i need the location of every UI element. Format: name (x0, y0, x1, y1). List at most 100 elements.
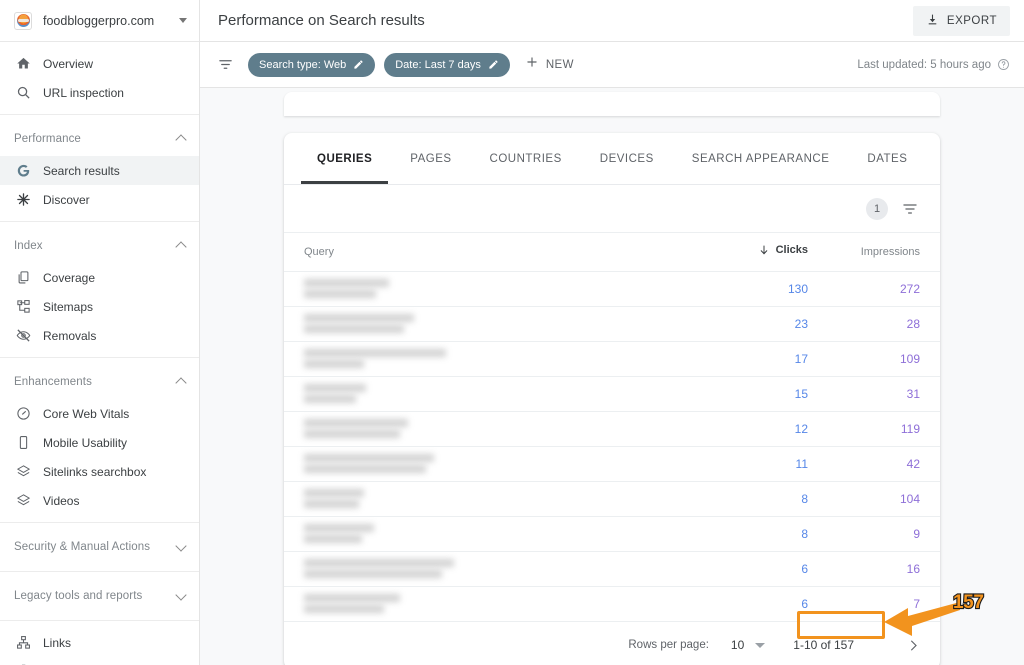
rows-per-page-value[interactable]: 10 (731, 638, 744, 652)
arrow-down-icon (758, 244, 770, 256)
column-header-query[interactable]: Query (284, 233, 716, 272)
chevron-down-icon[interactable] (177, 591, 187, 601)
table-row[interactable]: 17 109 (284, 341, 940, 377)
column-header-impressions[interactable]: Impressions (828, 233, 940, 272)
table-head: Query Clicks Impressions (284, 233, 940, 272)
table-row[interactable]: 15 31 (284, 376, 940, 412)
pencil-icon[interactable] (353, 59, 364, 70)
chevron-up-icon[interactable] (177, 377, 187, 387)
download-icon (926, 13, 939, 29)
table-row[interactable]: 6 16 (284, 551, 940, 587)
sidebar-item-links[interactable]: Links (0, 628, 199, 657)
site-name: foodbloggerpro.com (43, 13, 155, 28)
sidebar-item-label: Sitelinks searchbox (43, 464, 147, 479)
tab-countries[interactable]: COUNTRIES (471, 133, 581, 184)
cell-impressions: 42 (828, 446, 940, 482)
tab-dates[interactable]: DATES (848, 133, 926, 184)
column-header-clicks[interactable]: Clicks (716, 233, 828, 272)
chevron-down-icon[interactable] (179, 18, 187, 23)
tab-pages[interactable]: PAGES (391, 133, 470, 184)
sidebar-item-removals[interactable]: Removals (0, 321, 199, 350)
next-page-button[interactable] (902, 634, 924, 656)
table-row[interactable]: 23 28 (284, 306, 940, 342)
tab-label: SEARCH APPEARANCE (691, 152, 830, 165)
chevron-up-icon[interactable] (177, 134, 187, 144)
site-selector[interactable]: foodbloggerpro.com (0, 0, 199, 42)
sidebar-section-label: Enhancements (14, 376, 92, 388)
last-updated-text: Last updated: 5 hours ago (857, 58, 991, 71)
nav-group-enhancements: Enhancements Core Web Vitals Mobile Usab… (0, 358, 199, 523)
export-button[interactable]: EXPORT (912, 5, 1010, 36)
sidebar-item-overview[interactable]: Overview (0, 49, 199, 78)
filter-list-icon[interactable] (902, 201, 918, 217)
cell-query-redacted (284, 411, 716, 447)
sidebar-item-label: Coverage (43, 270, 96, 285)
cell-impressions: 16 (828, 551, 940, 587)
sidebar-item-discover[interactable]: Discover (0, 185, 199, 214)
sidebar-item-sitelinks-searchbox[interactable]: Sitelinks searchbox (0, 457, 199, 486)
table-row[interactable]: 11 42 (284, 446, 940, 482)
cell-query-redacted (284, 376, 716, 412)
sidebar-item-search-results[interactable]: Search results (0, 156, 199, 185)
table-row[interactable]: 8 104 (284, 481, 940, 517)
sidebar-item-label: Mobile Usability (43, 435, 128, 450)
google-g-icon (14, 162, 32, 180)
eye-off-icon (14, 327, 32, 345)
cell-impressions: 109 (828, 341, 940, 377)
search-console-app: foodbloggerpro.com Overview URL inspecti… (0, 0, 1024, 665)
sitemap-icon (14, 298, 32, 316)
sidebar-section-enhancements[interactable]: Enhancements (0, 365, 199, 399)
filter-bar: Search type: Web Date: Last 7 days NEW L… (200, 42, 1024, 88)
sidebar: foodbloggerpro.com Overview URL inspecti… (0, 0, 200, 665)
cell-impressions: 31 (828, 376, 940, 412)
cell-clicks: 12 (716, 411, 828, 447)
cell-query-redacted (284, 516, 716, 552)
cell-clicks: 8 (716, 481, 828, 517)
new-filter-button[interactable]: NEW (525, 55, 574, 74)
table-row[interactable]: 67 (284, 586, 940, 622)
pencil-icon[interactable] (488, 59, 499, 70)
tab-search-appearance[interactable]: SEARCH APPEARANCE (673, 133, 849, 184)
table-row[interactable]: 12 119 (284, 411, 940, 447)
sidebar-section-index[interactable]: Index (0, 229, 199, 263)
cell-query-redacted (284, 446, 716, 482)
chevron-up-icon[interactable] (177, 241, 187, 251)
queries-table: Query Clicks Impressions 130 272 23 28 1… (284, 233, 940, 622)
home-icon (14, 55, 32, 73)
sidebar-section-legacy[interactable]: Legacy tools and reports (0, 579, 199, 613)
sidebar-item-core-web-vitals[interactable]: Core Web Vitals (0, 399, 199, 428)
sidebar-item-url-inspection[interactable]: URL inspection (0, 78, 199, 107)
sidebar-item-mobile-usability[interactable]: Mobile Usability (0, 428, 199, 457)
tab-devices[interactable]: DEVICES (581, 133, 673, 184)
content-scroll-area: QUERIES PAGES COUNTRIES DEVICES SEARCH A… (200, 88, 1024, 665)
nav-group-index: Index Coverage Sitemaps Removals (0, 222, 199, 358)
filter-chip-label: Date: Last 7 days (395, 58, 481, 71)
filter-chip-search-type[interactable]: Search type: Web (248, 52, 376, 77)
sidebar-item-settings[interactable]: Settings (0, 657, 199, 665)
sidebar-item-coverage[interactable]: Coverage (0, 263, 199, 292)
sidebar-item-label: Core Web Vitals (43, 406, 130, 421)
sidebar-item-sitemaps[interactable]: Sitemaps (0, 292, 199, 321)
sidebar-item-videos[interactable]: Videos (0, 486, 199, 515)
cell-query-redacted (284, 341, 716, 377)
chevron-down-icon[interactable] (177, 542, 187, 552)
sidebar-section-security[interactable]: Security & Manual Actions (0, 530, 199, 564)
page-title: Performance on Search results (218, 12, 425, 29)
sidebar-item-label: Removals (43, 328, 97, 343)
table-row[interactable]: 130 272 (284, 271, 940, 307)
cell-impressions: 7 (828, 586, 940, 622)
cell-clicks: 17 (716, 341, 828, 377)
cell-clicks: 15 (716, 376, 828, 412)
sidebar-section-performance[interactable]: Performance (0, 122, 199, 156)
filter-list-icon[interactable] (218, 57, 233, 72)
cell-clicks: 6 (716, 586, 828, 622)
dimension-tabs: QUERIES PAGES COUNTRIES DEVICES SEARCH A… (284, 133, 940, 185)
filter-chip-label: Search type: Web (259, 58, 347, 71)
help-circle-icon[interactable] (997, 58, 1010, 71)
filter-chip-date[interactable]: Date: Last 7 days (384, 52, 510, 77)
nav-group-performance: Performance Search results Discover (0, 115, 199, 222)
table-row[interactable]: 89 (284, 516, 940, 552)
rows-per-page-dropdown-icon[interactable] (755, 642, 766, 648)
active-filter-count-badge[interactable]: 1 (866, 197, 888, 220)
tab-queries[interactable]: QUERIES (298, 133, 391, 184)
